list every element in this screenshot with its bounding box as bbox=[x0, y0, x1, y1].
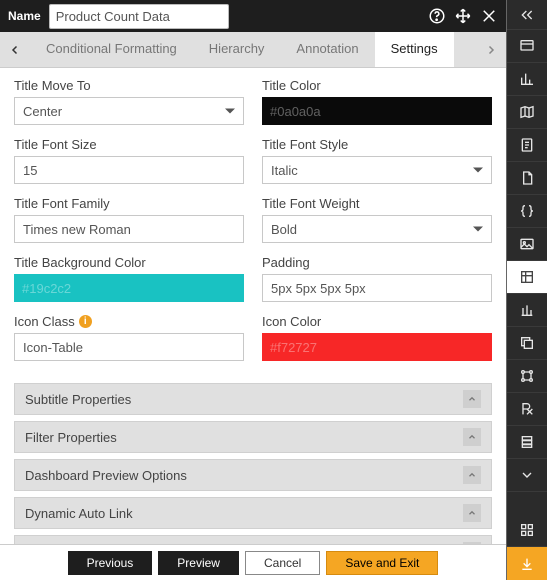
chevron-up-icon bbox=[463, 466, 481, 484]
column-chart-icon[interactable] bbox=[507, 294, 547, 327]
save-button[interactable]: Save and Exit bbox=[326, 551, 438, 575]
info-icon[interactable]: i bbox=[79, 315, 92, 328]
settings-panel: Name Conditional Formatting Hierarchy An… bbox=[0, 0, 507, 580]
name-label: Name bbox=[8, 9, 41, 23]
chevron-down-icon[interactable] bbox=[507, 459, 547, 492]
map-icon[interactable] bbox=[507, 96, 547, 129]
name-input[interactable] bbox=[49, 4, 229, 29]
label-title-color: Title Color bbox=[262, 78, 492, 93]
tab-bar: Conditional Formatting Hierarchy Annotat… bbox=[0, 32, 506, 68]
cancel-button[interactable]: Cancel bbox=[245, 551, 320, 575]
chevron-up-icon bbox=[463, 542, 481, 544]
accordion-extra-label[interactable]: Extra Label bbox=[14, 535, 492, 544]
bar-chart-icon[interactable] bbox=[507, 63, 547, 96]
icon-rail bbox=[507, 0, 547, 580]
select-title-move-to[interactable]: Center bbox=[14, 97, 244, 125]
settings-body: Title Move To Center Title Color #0a0a0a… bbox=[0, 68, 506, 544]
move-icon[interactable] bbox=[454, 7, 472, 25]
input-icon-class[interactable]: Icon-Table bbox=[14, 333, 244, 361]
tab-settings[interactable]: Settings bbox=[375, 32, 454, 67]
preview-button[interactable]: Preview bbox=[158, 551, 239, 575]
download-icon[interactable] bbox=[507, 547, 547, 580]
rx-icon[interactable] bbox=[507, 393, 547, 426]
input-padding[interactable]: 5px 5px 5px 5px bbox=[262, 274, 492, 302]
swatch-title-color[interactable]: #0a0a0a bbox=[262, 97, 492, 125]
dashboard-icon[interactable] bbox=[507, 30, 547, 63]
panel-header: Name bbox=[0, 0, 506, 32]
document-icon[interactable] bbox=[507, 162, 547, 195]
panel-footer: Previous Preview Cancel Save and Exit bbox=[0, 544, 506, 580]
tab-conditional-formatting[interactable]: Conditional Formatting bbox=[30, 32, 193, 67]
tab-hierarchy[interactable]: Hierarchy bbox=[193, 32, 281, 67]
tabs-scroll-right[interactable] bbox=[476, 32, 506, 67]
input-title-font-family[interactable]: Times new Roman bbox=[14, 215, 244, 243]
label-icon-class: Icon Class i bbox=[14, 314, 244, 329]
label-title-move-to: Title Move To bbox=[14, 78, 244, 93]
close-icon[interactable] bbox=[480, 7, 498, 25]
collapse-right-icon[interactable] bbox=[507, 0, 547, 30]
label-title-font-family: Title Font Family bbox=[14, 196, 244, 211]
label-title-font-weight: Title Font Weight bbox=[262, 196, 492, 211]
label-icon-color: Icon Color bbox=[262, 314, 492, 329]
select-title-font-weight[interactable]: Bold bbox=[262, 215, 492, 243]
label-title-bg-color: Title Background Color bbox=[14, 255, 244, 270]
tab-annotation[interactable]: Annotation bbox=[280, 32, 374, 67]
stack-icon[interactable] bbox=[507, 426, 547, 459]
select-title-font-style[interactable]: Italic bbox=[262, 156, 492, 184]
input-title-font-size[interactable]: 15 bbox=[14, 156, 244, 184]
braces-icon[interactable] bbox=[507, 195, 547, 228]
accordion-dynamic-auto-link[interactable]: Dynamic Auto Link bbox=[14, 497, 492, 529]
accordion-dashboard-preview-options[interactable]: Dashboard Preview Options bbox=[14, 459, 492, 491]
apps-icon[interactable] bbox=[507, 514, 547, 547]
grid-layout-icon[interactable] bbox=[507, 261, 547, 294]
swatch-icon-color[interactable]: #f72727 bbox=[262, 333, 492, 361]
relations-icon[interactable] bbox=[507, 360, 547, 393]
image-icon[interactable] bbox=[507, 228, 547, 261]
chevron-up-icon bbox=[463, 390, 481, 408]
previous-button[interactable]: Previous bbox=[68, 551, 153, 575]
tabs-scroll-left[interactable] bbox=[0, 32, 30, 67]
chevron-up-icon bbox=[463, 504, 481, 522]
copy-icon[interactable] bbox=[507, 327, 547, 360]
label-title-font-style: Title Font Style bbox=[262, 137, 492, 152]
help-icon[interactable] bbox=[428, 7, 446, 25]
accordion-subtitle-properties[interactable]: Subtitle Properties bbox=[14, 383, 492, 415]
label-padding: Padding bbox=[262, 255, 492, 270]
chevron-up-icon bbox=[463, 428, 481, 446]
accordion-filter-properties[interactable]: Filter Properties bbox=[14, 421, 492, 453]
label-title-font-size: Title Font Size bbox=[14, 137, 244, 152]
swatch-title-bg-color[interactable]: #19c2c2 bbox=[14, 274, 244, 302]
script-icon[interactable] bbox=[507, 129, 547, 162]
